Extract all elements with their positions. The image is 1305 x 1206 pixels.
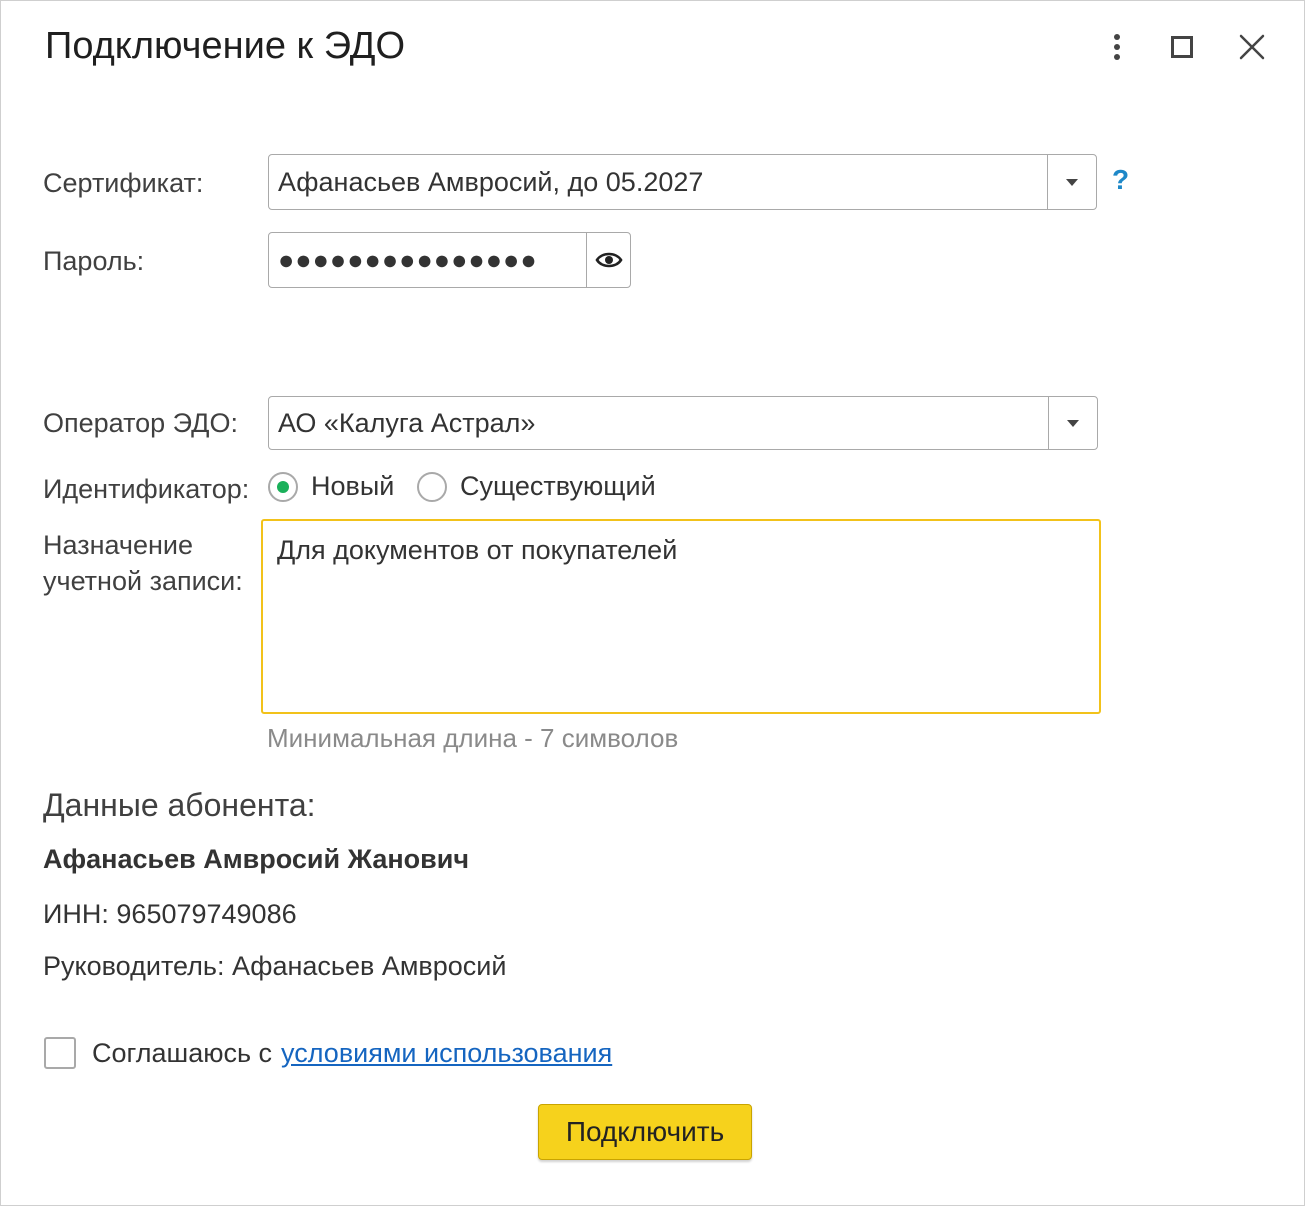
agreement-row: Соглашаюсь с условиями использования <box>44 1037 612 1069</box>
password-masked-value: ●●●●●●●●●●●●●●● <box>278 244 538 275</box>
chevron-down-icon <box>1066 178 1078 186</box>
password-label: Пароль: <box>43 246 145 276</box>
purpose-hint: Минимальная длина - 7 символов <box>267 723 679 753</box>
connect-edo-dialog: Подключение к ЭДО Сертификат: Афанасьев … <box>0 0 1305 1206</box>
subscriber-inn: ИНН: 965079749086 <box>43 899 297 929</box>
identifier-radio-existing[interactable]: Существующий <box>417 471 656 502</box>
radio-button-selected[interactable] <box>268 471 298 502</box>
subscriber-name: Афанасьев Амвросий Жанович <box>43 844 470 874</box>
identifier-label: Идентификатор: <box>43 474 250 504</box>
chevron-down-icon <box>1067 419 1079 427</box>
eye-icon <box>594 252 623 268</box>
certificate-select[interactable]: Афанасьев Амвросий, до 05.2027 <box>268 154 1097 210</box>
certificate-label: Сертификат: <box>43 168 204 198</box>
password-field[interactable]: ●●●●●●●●●●●●●●● <box>268 232 631 288</box>
agreement-checkbox[interactable] <box>44 1037 76 1069</box>
certificate-dropdown-button[interactable] <box>1047 155 1096 209</box>
radio-button[interactable] <box>417 471 447 502</box>
identifier-option-new-label: Новый <box>311 471 395 501</box>
maximize-icon <box>1171 36 1193 58</box>
operator-label: Оператор ЭДО: <box>43 408 238 438</box>
purpose-label-line1: Назначение <box>43 530 194 560</box>
operator-value: АО «Калуга Астрал» <box>278 407 536 438</box>
subscriber-heading: Данные абонента: <box>43 787 316 823</box>
identifier-radio-new[interactable]: Новый <box>268 471 394 502</box>
connect-button[interactable]: Подключить <box>538 1104 752 1160</box>
operator-select[interactable]: АО «Калуга Астрал» <box>268 396 1098 450</box>
maximize-button[interactable] <box>1158 23 1206 71</box>
purpose-textarea[interactable]: Для документов от покупателей <box>261 519 1101 714</box>
operator-dropdown-button[interactable] <box>1048 397 1097 449</box>
dialog-title: Подключение к ЭДО <box>45 25 406 67</box>
close-icon <box>1239 34 1265 60</box>
more-vertical-icon <box>1114 34 1120 60</box>
close-button[interactable] <box>1228 23 1276 71</box>
show-password-button[interactable] <box>586 233 630 287</box>
certificate-value: Афанасьев Амвросий, до 05.2027 <box>278 166 704 197</box>
agreement-text: Соглашаюсь с <box>92 1037 273 1068</box>
purpose-label-line2: учетной записи: <box>43 566 243 596</box>
more-menu-button[interactable] <box>1093 23 1141 71</box>
terms-link[interactable]: условиями использования <box>281 1038 612 1069</box>
certificate-help-button[interactable]: ? <box>1112 164 1129 196</box>
identifier-option-existing-label: Существующий <box>460 471 656 501</box>
subscriber-head: Руководитель: Афанасьев Амвросий <box>43 951 507 981</box>
radio-dot <box>277 480 289 493</box>
